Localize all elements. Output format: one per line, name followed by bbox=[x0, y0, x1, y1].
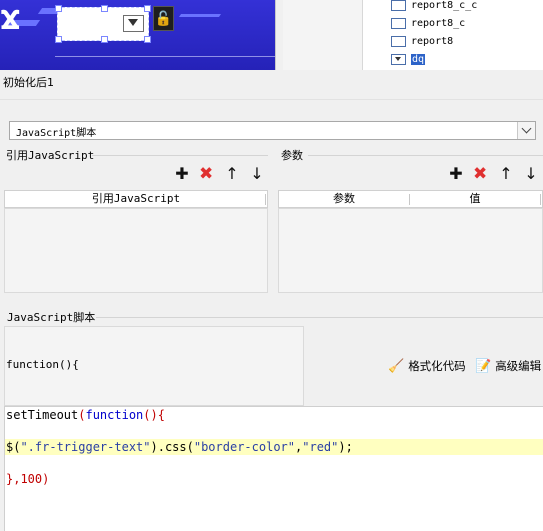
divider bbox=[96, 317, 543, 318]
code-line[interactable]: $(".fr-trigger-text").css("border-color"… bbox=[6, 439, 353, 455]
canvas-grid-line bbox=[55, 56, 275, 70]
code-token: }, bbox=[6, 472, 21, 486]
lock-icon[interactable]: 🔓 bbox=[153, 6, 174, 31]
ref-js-section-label: 引用JavaScript bbox=[6, 149, 95, 162]
column-header-param[interactable]: 参数 bbox=[279, 191, 409, 207]
column-divider bbox=[265, 194, 266, 205]
divider bbox=[92, 155, 268, 156]
ref-js-table-body[interactable] bbox=[4, 208, 268, 293]
plus-icon[interactable]: ✚ bbox=[449, 166, 463, 182]
code-token: $( bbox=[6, 440, 21, 454]
code-line[interactable]: },100) bbox=[6, 471, 49, 487]
action-type-select[interactable]: JavaScript脚本 bbox=[9, 121, 536, 140]
event-title: 初始化后1 bbox=[3, 76, 54, 89]
tree-item-selected[interactable]: dq bbox=[391, 52, 426, 68]
code-token: ) bbox=[42, 472, 50, 486]
edit-icon: 📝 bbox=[475, 359, 492, 374]
dropdown-widget-icon bbox=[391, 53, 406, 65]
delete-x-icon[interactable]: ✖ bbox=[199, 166, 213, 183]
code-line[interactable]: setTimeout(function(){ bbox=[6, 407, 165, 423]
widget-icon bbox=[391, 0, 406, 11]
arrow-up-icon[interactable]: ↑ bbox=[499, 166, 513, 182]
brush-icon: 🧹 bbox=[388, 359, 405, 374]
code-token: "border-color" bbox=[193, 440, 296, 454]
params-table-header: 参数 值 bbox=[278, 190, 543, 208]
canvas-selected-widget[interactable] bbox=[55, 5, 151, 43]
column-header-value[interactable]: 值 bbox=[410, 191, 540, 207]
column-divider bbox=[540, 194, 541, 205]
delete-x-icon[interactable]: ✖ bbox=[473, 166, 487, 183]
widget-tree: report8_c_c report8_c report8 dq bbox=[363, 0, 543, 70]
format-code-label: 格式化代码 bbox=[408, 359, 466, 373]
code-token: function bbox=[85, 408, 144, 422]
code-token: (){ bbox=[143, 408, 165, 422]
tree-item[interactable]: report8_c bbox=[391, 16, 465, 32]
ref-js-table-header: 引用JavaScript bbox=[4, 190, 268, 208]
params-section-label: 参数 bbox=[281, 149, 303, 162]
properties-panel-background bbox=[283, 0, 363, 70]
widget-icon bbox=[391, 17, 406, 29]
column-header[interactable]: 引用JavaScript bbox=[5, 191, 267, 207]
arrow-down-icon[interactable]: ↓ bbox=[250, 166, 264, 182]
code-token: ).css( bbox=[150, 440, 194, 454]
tree-item[interactable]: report8 bbox=[391, 34, 453, 50]
code-token: ); bbox=[338, 440, 353, 454]
code-token: "red" bbox=[302, 440, 339, 454]
format-code-button[interactable]: 🧹 格式化代码 bbox=[388, 357, 466, 375]
advanced-edit-label: 高级编辑 bbox=[495, 359, 542, 373]
script-section-label: JavaScript脚本 bbox=[7, 311, 96, 324]
code-token: setTimeout bbox=[6, 408, 79, 422]
arrow-up-icon[interactable]: ↑ bbox=[225, 166, 239, 182]
canvas-glyph: Ϫ bbox=[0, 6, 21, 36]
action-type-value: JavaScript脚本 bbox=[16, 128, 97, 139]
chevron-down-icon[interactable] bbox=[517, 122, 535, 139]
plus-icon[interactable]: ✚ bbox=[175, 166, 189, 182]
params-table-body[interactable] bbox=[278, 208, 543, 293]
code-editor[interactable]: setTimeout(function(){ $(".fr-trigger-tex… bbox=[4, 406, 543, 531]
dropdown-widget-icon bbox=[123, 15, 144, 32]
function-header: function(){ bbox=[6, 358, 79, 371]
tree-item[interactable]: report8_c_c bbox=[391, 0, 477, 14]
arrow-down-icon[interactable]: ↓ bbox=[524, 166, 538, 182]
widget-icon bbox=[391, 35, 406, 47]
divider bbox=[308, 155, 543, 156]
advanced-edit-button[interactable]: 📝 高级编辑 bbox=[475, 357, 541, 375]
divider bbox=[0, 99, 543, 100]
panel-divider bbox=[275, 0, 283, 70]
code-token: ".fr-trigger-text" bbox=[20, 440, 151, 454]
code-token: 100 bbox=[20, 472, 43, 486]
